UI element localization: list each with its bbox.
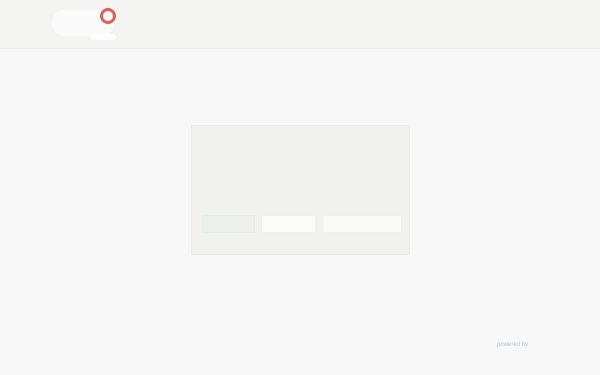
dialog-footer-text xyxy=(272,238,392,244)
reject-button[interactable] xyxy=(322,215,402,233)
dialog-body-line xyxy=(202,168,388,177)
brand-logo-icon xyxy=(100,8,116,24)
settings-button[interactable] xyxy=(261,215,316,233)
site-header xyxy=(0,0,600,49)
cookie-consent-dialog xyxy=(191,125,410,255)
dialog-body-line xyxy=(202,177,388,186)
site-logo[interactable] xyxy=(52,6,132,40)
logo-underline xyxy=(90,34,116,40)
page: powered by xyxy=(0,0,600,375)
accept-button[interactable] xyxy=(202,215,255,233)
dialog-body xyxy=(202,159,388,186)
powered-by-link[interactable]: powered by xyxy=(497,341,528,349)
dialog-body-line xyxy=(202,159,388,168)
dialog-title xyxy=(202,132,222,142)
